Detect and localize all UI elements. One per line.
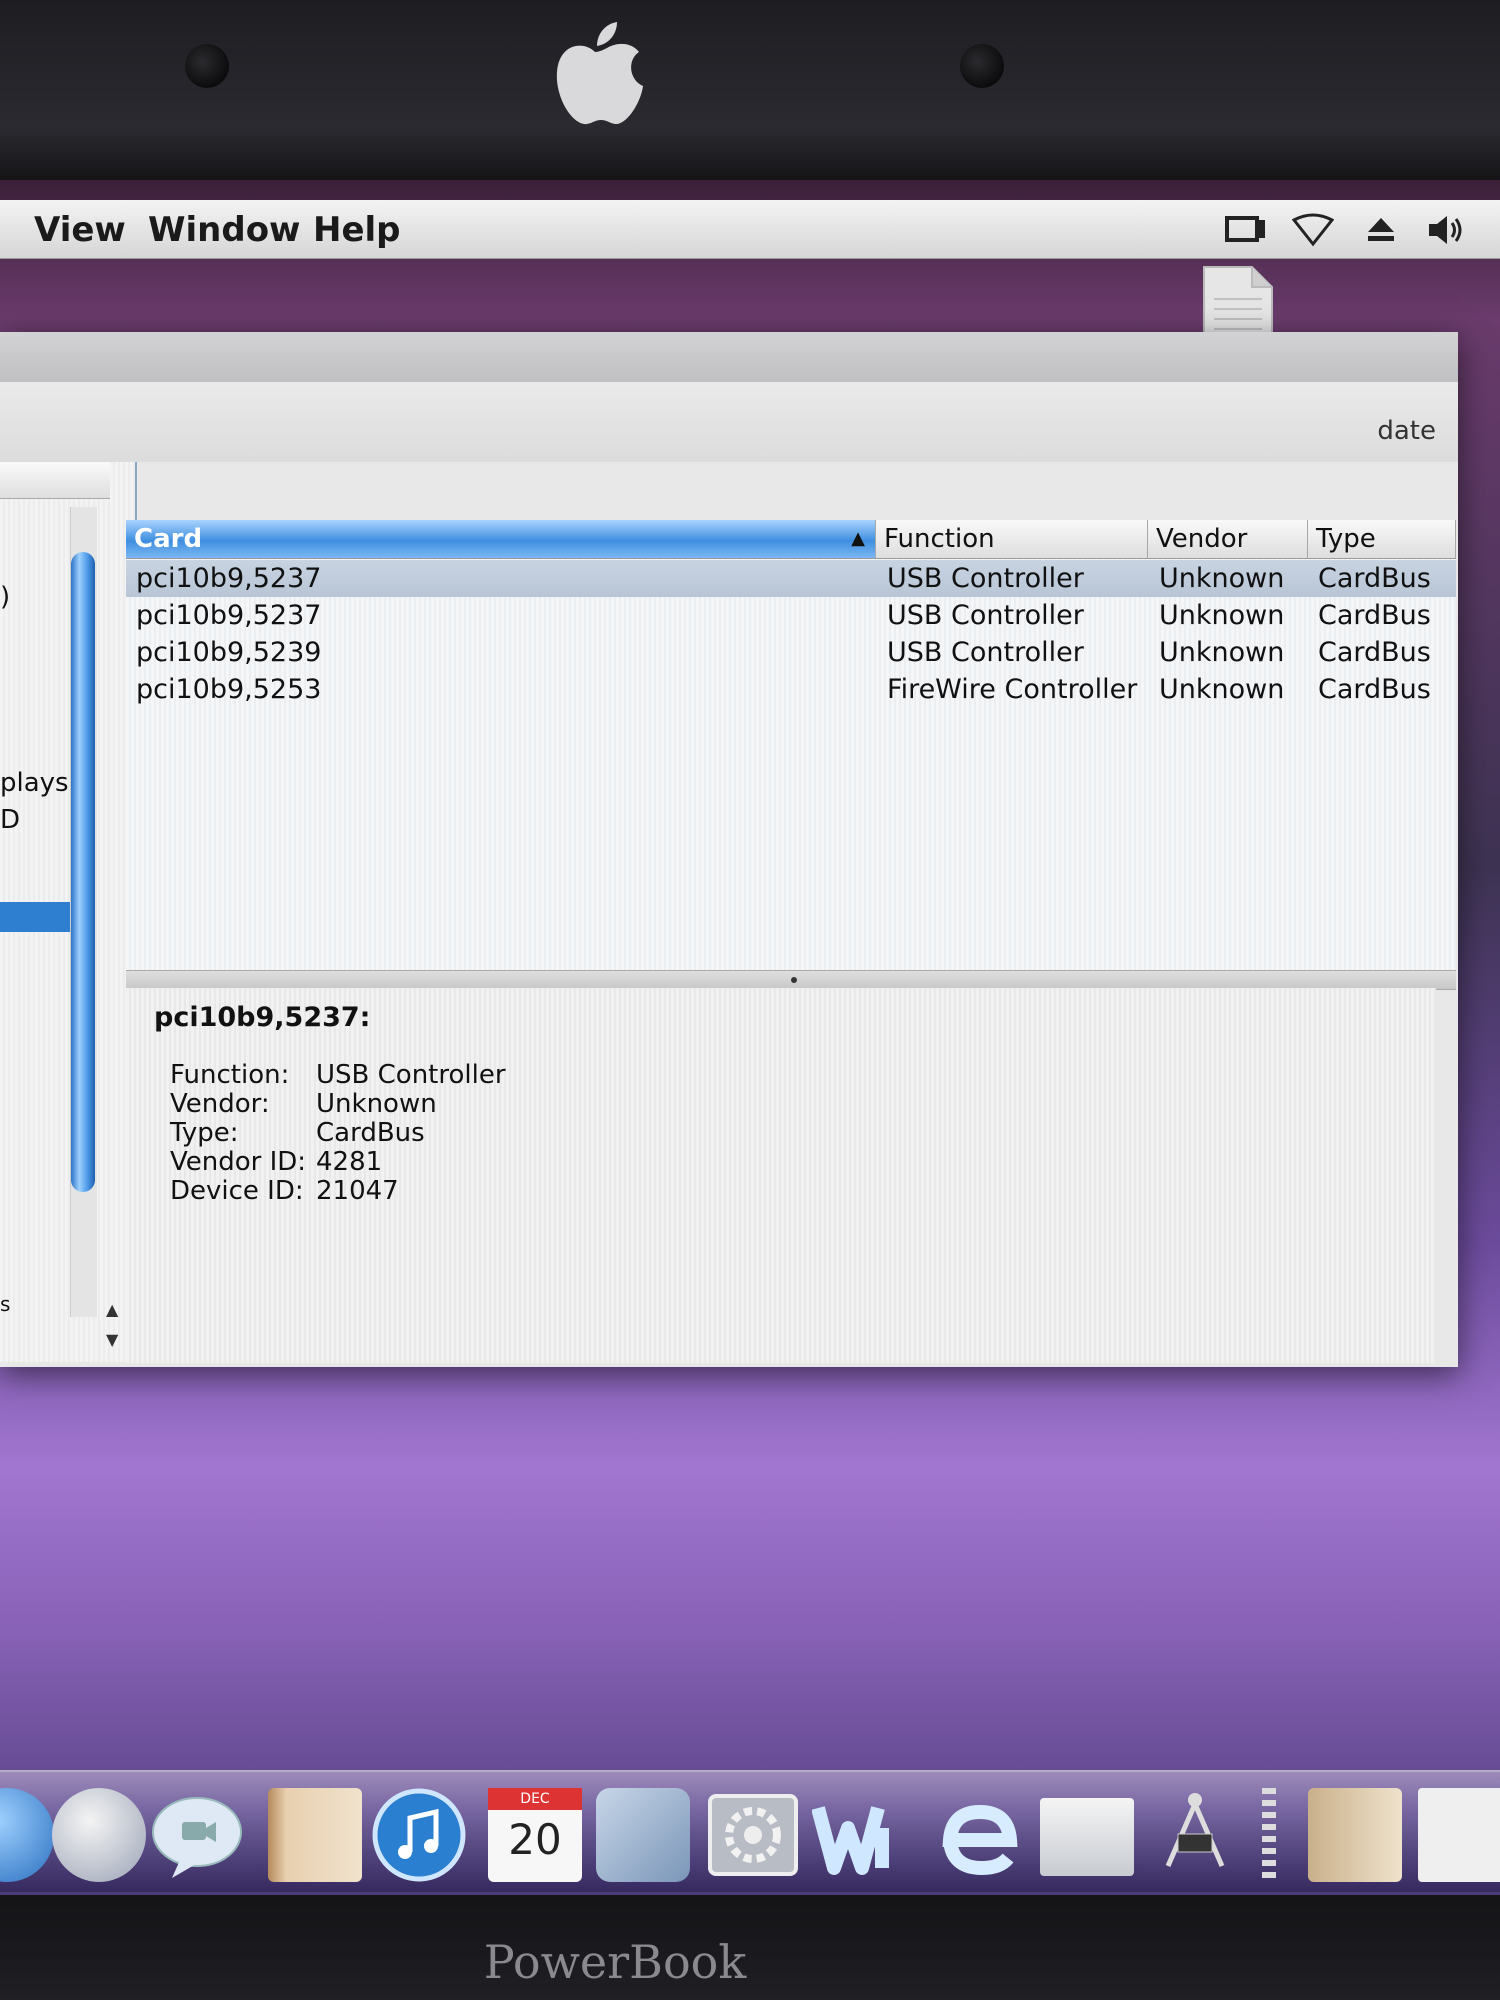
- bezel-screw-left: [185, 44, 229, 88]
- scroll-up-arrow-icon[interactable]: ▲: [106, 1300, 118, 1319]
- iphoto-icon[interactable]: [596, 1788, 690, 1882]
- detail-key-device-id: Device ID:: [170, 1176, 304, 1206]
- airport-wifi-icon[interactable]: [1292, 212, 1334, 248]
- split-view-divider[interactable]: [126, 970, 1456, 990]
- ical-month: DEC: [488, 1788, 582, 1810]
- menu-bar: View Window Help: [0, 200, 1500, 259]
- column-header-vendor[interactable]: Vendor: [1148, 520, 1308, 558]
- column-header-card[interactable]: Card ▲: [126, 520, 876, 558]
- sidebar-scroll-thumb[interactable]: [71, 552, 95, 1192]
- detail-value-type: CardBus: [316, 1118, 425, 1148]
- volume-icon[interactable]: [1425, 212, 1467, 248]
- detail-key-vendor-id: Vendor ID:: [170, 1147, 307, 1177]
- screen: View Window Help date ) plays D s ▲ ▼ Ca…: [0, 180, 1500, 1895]
- network-globe-icon[interactable]: [52, 1788, 146, 1882]
- detail-value-vendor-id: 4281: [316, 1147, 383, 1177]
- cell-type: CardBus: [1318, 674, 1431, 705]
- column-header-card-label: Card: [134, 524, 203, 554]
- cards-table: Card ▲ Function Vendor Type pci10b9,5237…: [126, 520, 1456, 970]
- cell-vendor: Unknown: [1159, 674, 1285, 705]
- cell-card: pci10b9,5237: [136, 600, 322, 631]
- detail-key-type: Type:: [170, 1118, 239, 1148]
- detail-value-device-id: 21047: [316, 1176, 399, 1206]
- cell-card: pci10b9,5239: [136, 637, 322, 668]
- address-book-icon[interactable]: [268, 1788, 362, 1882]
- ical-day: 20: [508, 1815, 562, 1864]
- column-header-type[interactable]: Type: [1308, 520, 1456, 558]
- cell-vendor: Unknown: [1159, 563, 1285, 594]
- cell-function: FireWire Controller: [887, 674, 1138, 705]
- contents-sidebar: ) plays D s ▲ ▼: [0, 462, 137, 1362]
- brand-label: PowerBook: [483, 1935, 747, 1989]
- scroll-down-arrow-icon[interactable]: ▼: [106, 1330, 118, 1349]
- pdf-document-icon[interactable]: [1418, 1788, 1500, 1882]
- sidebar-item-fragment-s[interactable]: s: [0, 1292, 10, 1316]
- divider-grip-icon: [791, 977, 797, 983]
- entourage-icon[interactable]: [930, 1788, 1024, 1882]
- table-row[interactable]: pci10b9,5253 FireWire Controller Unknown…: [126, 671, 1456, 708]
- table-row[interactable]: pci10b9,5237 USB Controller Unknown Card…: [126, 560, 1456, 597]
- sidebar-item-fragment[interactable]: ): [0, 582, 10, 612]
- window-toolbar: date: [0, 382, 1458, 462]
- system-profiler-icon[interactable]: [1148, 1788, 1242, 1882]
- detail-value-function: USB Controller: [316, 1060, 506, 1090]
- menu-view[interactable]: View: [34, 210, 126, 250]
- itunes-icon[interactable]: [372, 1788, 466, 1882]
- sidebar-item-d[interactable]: D: [0, 805, 20, 835]
- ical-icon[interactable]: DEC 20: [488, 1788, 582, 1882]
- cell-function: USB Controller: [887, 637, 1084, 668]
- table-row[interactable]: pci10b9,5239 USB Controller Unknown Card…: [126, 634, 1456, 671]
- detail-key-function: Function:: [170, 1060, 290, 1090]
- detail-value-vendor: Unknown: [316, 1089, 437, 1119]
- detail-key-vendor: Vendor:: [170, 1089, 270, 1119]
- toolbar-update-label[interactable]: date: [1377, 416, 1436, 446]
- cell-type: CardBus: [1318, 600, 1431, 631]
- cell-card: pci10b9,5237: [136, 563, 322, 594]
- word-icon[interactable]: [812, 1788, 906, 1882]
- display-mirroring-icon[interactable]: [1225, 212, 1267, 248]
- detail-title: pci10b9,5237:: [154, 1002, 371, 1033]
- menu-window[interactable]: Window: [148, 210, 300, 250]
- cell-vendor: Unknown: [1159, 637, 1285, 668]
- cell-function: USB Controller: [887, 600, 1084, 631]
- ichat-icon[interactable]: [150, 1788, 244, 1882]
- column-header-function[interactable]: Function: [876, 520, 1148, 558]
- eject-icon[interactable]: [1360, 212, 1402, 248]
- cell-function: USB Controller: [887, 563, 1084, 594]
- documents-folder-icon[interactable]: [1308, 1788, 1402, 1882]
- system-preferences-icon[interactable]: [706, 1788, 800, 1882]
- cell-vendor: Unknown: [1159, 600, 1285, 631]
- table-row[interactable]: pci10b9,5237 USB Controller Unknown Card…: [126, 597, 1456, 634]
- table-header: Card ▲ Function Vendor Type: [126, 520, 1456, 559]
- window-titlebar[interactable]: [0, 332, 1458, 383]
- folder-icon[interactable]: [1040, 1798, 1134, 1876]
- dock-separator: [1262, 1788, 1276, 1884]
- cell-type: CardBus: [1318, 637, 1431, 668]
- sidebar-item-displays[interactable]: plays: [0, 768, 69, 798]
- sidebar-column-header[interactable]: [0, 462, 110, 499]
- system-profiler-window: date ) plays D s ▲ ▼ Card ▲ Function Ven…: [0, 332, 1458, 1367]
- laptop-bezel-top: [0, 0, 1500, 180]
- cell-type: CardBus: [1318, 563, 1431, 594]
- bezel-screw-right: [960, 44, 1004, 88]
- menu-help[interactable]: Help: [313, 210, 401, 250]
- cell-card: pci10b9,5253: [136, 674, 322, 705]
- apple-logo-icon: [556, 22, 643, 125]
- detail-pane: pci10b9,5237: Function: USB Controller V…: [126, 988, 1436, 1363]
- sort-ascending-icon: ▲: [851, 528, 865, 549]
